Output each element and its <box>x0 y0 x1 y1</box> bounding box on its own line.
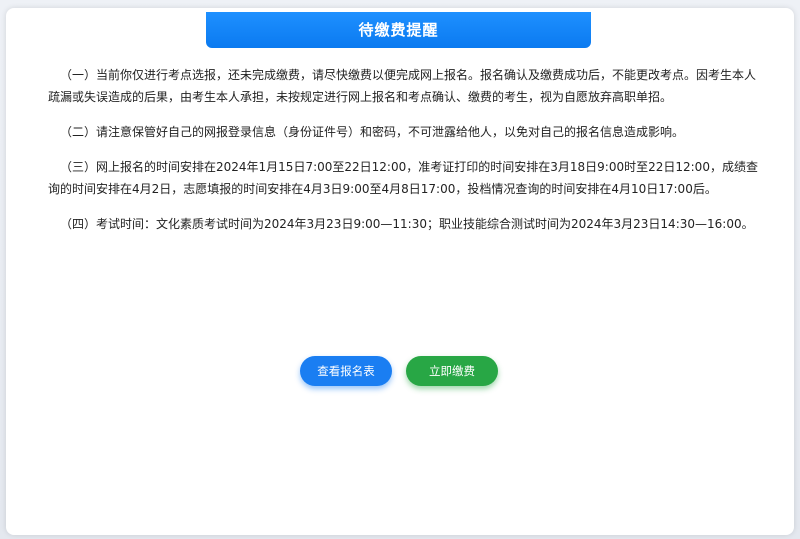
reminder-paragraph-3: （三）网上报名的时间安排在2024年1月15日7:00至22日12:00，准考证… <box>48 160 758 196</box>
reminder-paragraph-2: （二）请注意保管好自己的网报登录信息（身份证件号）和密码，不可泄露给他人，以免对… <box>60 125 685 139</box>
pay-now-button[interactable]: 立即缴费 <box>406 356 498 386</box>
view-registration-form-button[interactable]: 查看报名表 <box>300 356 392 386</box>
dialog-title: 待缴费提醒 <box>206 12 591 48</box>
reminder-paragraph-4: （四）考试时间：文化素质考试时间为2024年3月23日9:00—11:30；职业… <box>60 217 754 231</box>
payment-reminder-dialog: 待缴费提醒 （一）当前你仅进行考点选报，还未完成缴费，请尽快缴费以便完成网上报名… <box>6 8 794 535</box>
reminder-content: （一）当前你仅进行考点选报，还未完成缴费，请尽快缴费以便完成网上报名。报名确认及… <box>48 64 760 248</box>
reminder-paragraph-1: （一）当前你仅进行考点选报，还未完成缴费，请尽快缴费以便完成网上报名。报名确认及… <box>48 68 757 104</box>
